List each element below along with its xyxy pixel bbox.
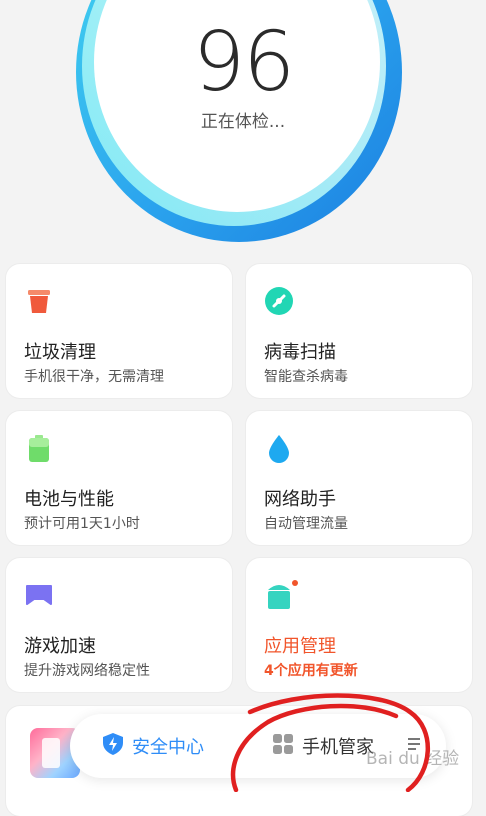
card-game-boost[interactable]: 游戏加速 提升游戏网络稳定性 xyxy=(6,558,232,692)
virus-scan-icon xyxy=(264,286,294,316)
card-subtitle: 4个应用有更新 xyxy=(264,663,358,679)
card-battery-performance[interactable]: 电池与性能 预计可用1天1小时 xyxy=(6,411,232,545)
card-subtitle: 智能查杀病毒 xyxy=(264,369,348,385)
card-title: 电池与性能 xyxy=(24,489,114,510)
card-virus-scan[interactable]: 病毒扫描 智能查杀病毒 xyxy=(246,264,472,398)
card-title: 应用管理 xyxy=(264,636,336,657)
tab-label: 安全中心 xyxy=(132,737,204,758)
card-title: 游戏加速 xyxy=(24,636,96,657)
android-app-icon xyxy=(264,580,298,610)
water-drop-icon xyxy=(264,433,294,463)
card-subtitle: 自动管理流量 xyxy=(264,516,348,532)
tab-security-center[interactable]: 安全中心 xyxy=(102,714,204,778)
card-network-assistant[interactable]: 网络助手 自动管理流量 xyxy=(246,411,472,545)
card-subtitle: 提升游戏网络稳定性 xyxy=(24,663,150,679)
card-subtitle: 手机很干净，无需清理 xyxy=(24,369,164,385)
card-subtitle: 预计可用1天1小时 xyxy=(24,516,140,532)
watermark: Bai du 经验 xyxy=(366,749,460,769)
trash-icon xyxy=(24,286,54,316)
card-app-management[interactable]: 应用管理 4个应用有更新 xyxy=(246,558,472,692)
card-title: 垃圾清理 xyxy=(24,342,96,363)
tab-phone-manager[interactable]: 手机管家 xyxy=(272,714,374,778)
card-title: 病毒扫描 xyxy=(264,342,336,363)
scan-status-text: 正在体检... xyxy=(200,112,286,132)
battery-icon xyxy=(24,433,54,463)
card-title: 网络助手 xyxy=(264,489,336,510)
grid-apps-icon xyxy=(272,733,294,759)
game-boost-icon xyxy=(24,580,54,610)
health-score-value: 96 xyxy=(192,15,295,110)
tab-label: 手机管家 xyxy=(302,737,374,758)
card-junk-cleanup[interactable]: 垃圾清理 手机很干净，无需清理 xyxy=(6,264,232,398)
shield-bolt-icon xyxy=(102,732,124,760)
